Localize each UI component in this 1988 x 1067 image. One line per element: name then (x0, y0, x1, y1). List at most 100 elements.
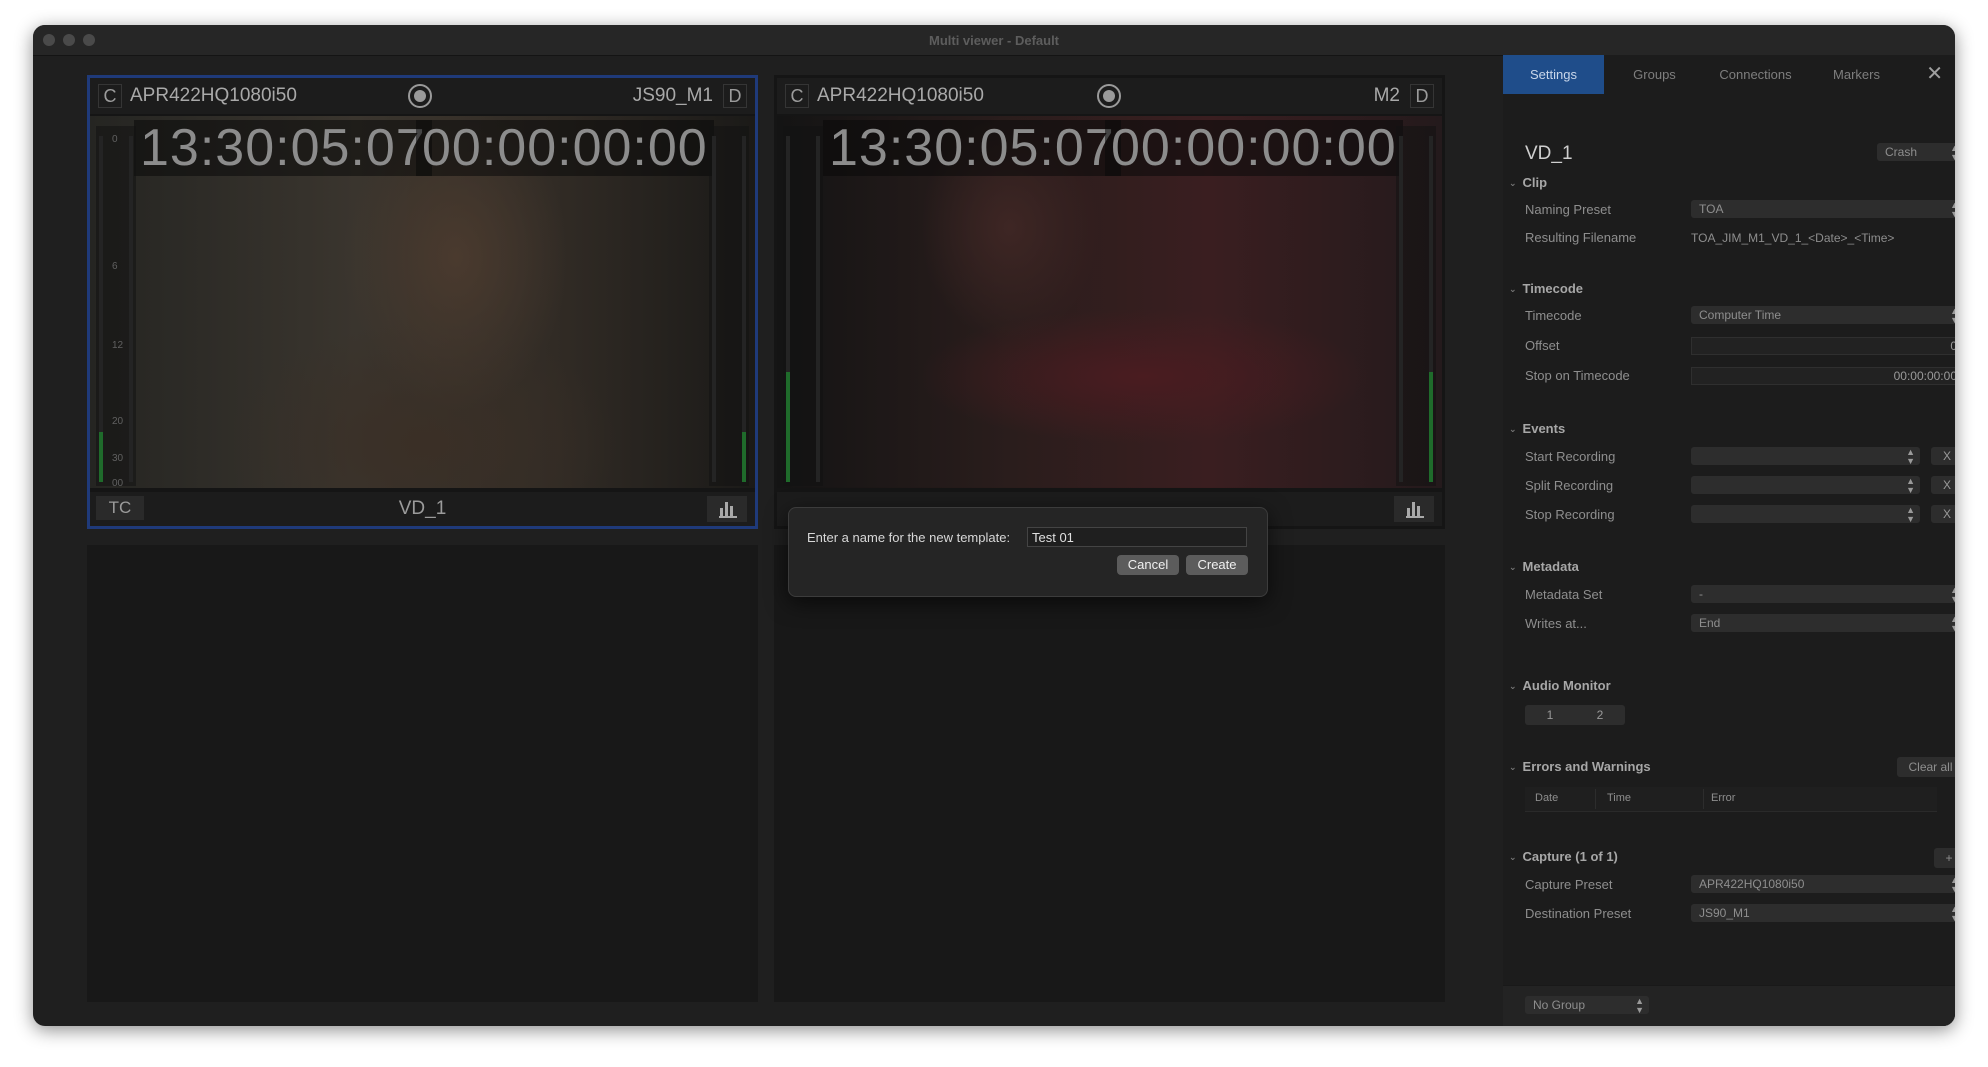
meter-level (742, 432, 746, 482)
tab-connections[interactable]: Connections (1705, 55, 1806, 94)
meter-level (786, 372, 790, 482)
select-value: - (1699, 587, 1703, 601)
audio-meter-right (709, 126, 749, 486)
metadata-set-select[interactable]: - ▲ ▼ (1691, 585, 1955, 604)
inspector-panel: Settings Groups Connections Markers ✕ VD… (1503, 55, 1955, 1026)
section-metadata[interactable]: ⌄ Metadata (1509, 559, 1579, 574)
updown-icon: ▲ ▼ (1950, 585, 1955, 604)
updown-icon: ▲ ▼ (1950, 875, 1955, 894)
record-icon[interactable] (408, 84, 432, 108)
naming-preset-select[interactable]: TOA ▲ ▼ (1691, 200, 1955, 219)
stop-on-timecode-field[interactable]: 00:00:00:00 (1691, 367, 1955, 385)
template-name-input[interactable] (1027, 527, 1247, 547)
start-recording-label: Start Recording (1525, 449, 1616, 464)
group-select[interactable]: No Group ▲ ▼ (1525, 996, 1649, 1015)
audio-meter-left (783, 126, 823, 486)
viewer-cell-2[interactable]: C APR422HQ1080i50 M2 D 13:30:05:07 00:00… (774, 75, 1445, 529)
title-bar: Multi viewer - Default (33, 25, 1955, 56)
viewer-cell-4[interactable] (774, 545, 1445, 1002)
dialog-prompt: Enter a name for the new template: (807, 530, 1011, 545)
meter-tick: 30 (112, 453, 124, 464)
column-time[interactable]: Time (1607, 792, 1631, 804)
timecode-select[interactable]: Computer Time ▲ ▼ (1691, 306, 1955, 325)
resulting-filename-label: Resulting Filename (1525, 230, 1637, 245)
updown-icon: ▲ ▼ (1906, 447, 1915, 466)
capture-preset-select[interactable]: APR422HQ1080i50 ▲ ▼ (1691, 875, 1955, 894)
clear-split-recording-button[interactable]: X (1931, 476, 1955, 494)
select-value: JS90_M1 (1699, 906, 1750, 920)
title-dropdown-value: Crash (1885, 145, 1918, 159)
capture-preset-label: Capture Preset (1525, 877, 1613, 892)
meter-tick: 0 (112, 134, 118, 145)
close-panel-icon[interactable]: ✕ (1926, 61, 1943, 86)
bar-chart-icon[interactable] (1394, 496, 1434, 522)
tab-markers[interactable]: Markers (1806, 55, 1907, 94)
offset-field[interactable]: 0 (1691, 337, 1955, 355)
viewer-header: C APR422HQ1080i50 JS90_M1 D (90, 78, 755, 114)
section-errors[interactable]: ⌄ Errors and Warnings (1509, 759, 1651, 774)
start-recording-select[interactable]: ▲ ▼ (1691, 447, 1920, 466)
section-events[interactable]: ⌄ Events (1509, 421, 1565, 436)
select-value: Computer Time (1699, 308, 1782, 322)
cancel-button[interactable]: Cancel (1117, 555, 1179, 575)
multiviewer-window: Multi viewer - Default C APR422HQ1080i50… (33, 25, 1955, 1026)
bar-chart-icon[interactable] (707, 496, 747, 522)
section-timecode[interactable]: ⌄ Timecode (1509, 281, 1583, 296)
viewer-d-button[interactable]: D (723, 84, 747, 108)
column-error[interactable]: Error (1711, 792, 1735, 804)
meter-tick: 6 (112, 261, 118, 272)
section-clip[interactable]: ⌄ Clip (1509, 175, 1547, 190)
audio-meter-right (1396, 126, 1436, 486)
duration-display: 00:00:00:00 (1105, 120, 1403, 176)
section-heading: Clip (1522, 175, 1548, 190)
section-heading: Audio Monitor (1522, 678, 1611, 693)
clear-stop-recording-button[interactable]: X (1931, 505, 1955, 523)
tab-settings[interactable]: Settings (1503, 55, 1604, 94)
tab-groups[interactable]: Groups (1604, 55, 1705, 94)
viewer-c-button[interactable]: C (785, 84, 809, 108)
duration-display: 00:00:00:00 (416, 120, 714, 176)
chevron-down-icon: ⌄ (1509, 284, 1517, 294)
viewer-footer: TC VD_1 (90, 492, 755, 526)
create-button[interactable]: Create (1186, 555, 1248, 575)
video-preview: 13:30:05:07 00:00:00:00 (777, 116, 1442, 488)
split-recording-label: Split Recording (1525, 478, 1614, 493)
audio-meter-left: 0 6 12 20 30 00 (96, 126, 136, 488)
stop-recording-select[interactable]: ▲ ▼ (1691, 505, 1920, 524)
split-recording-select[interactable]: ▲ ▼ (1691, 476, 1920, 495)
stop-recording-label: Stop Recording (1525, 507, 1615, 522)
audio-channel-selector: 1 2 (1525, 705, 1625, 725)
viewer-c-button[interactable]: C (98, 84, 122, 108)
video-preview: 13:30:05:07 00:00:00:00 0 6 12 20 30 00 (90, 116, 755, 488)
audio-channel-2[interactable]: 2 (1575, 705, 1625, 725)
viewer-d-button[interactable]: D (1410, 84, 1434, 108)
section-heading: Errors and Warnings (1522, 759, 1651, 774)
viewer-preset-label: APR422HQ1080i50 (130, 85, 297, 106)
select-value: APR422HQ1080i50 (1699, 877, 1805, 891)
metadata-set-label: Metadata Set (1525, 587, 1603, 602)
record-icon[interactable] (1097, 84, 1121, 108)
chevron-down-icon: ⌄ (1509, 562, 1517, 572)
viewer-cell-1[interactable]: C APR422HQ1080i50 JS90_M1 D 13:30:05:07 … (87, 75, 758, 529)
audio-channel-1[interactable]: 1 (1525, 705, 1575, 725)
new-template-dialog: Enter a name for the new template: Cance… (788, 507, 1268, 597)
viewer-cell-3[interactable] (87, 545, 758, 1002)
meter-tick: 20 (112, 416, 124, 427)
destination-preset-label: Destination Preset (1525, 906, 1632, 921)
viewer-destination-label: JS90_M1 (632, 85, 713, 106)
updown-icon: ▲ ▼ (1906, 476, 1915, 495)
add-capture-button[interactable]: + (1934, 848, 1955, 868)
clear-all-button[interactable]: Clear all (1897, 757, 1955, 777)
writes-at-label: Writes at... (1525, 616, 1587, 631)
section-heading: Capture (1 of 1) (1522, 849, 1618, 864)
section-capture[interactable]: ⌄ Capture (1 of 1) (1509, 849, 1618, 864)
clear-start-recording-button[interactable]: X (1931, 447, 1955, 465)
offset-label: Offset (1525, 338, 1560, 353)
meter-tick: 00 (112, 478, 124, 488)
updown-icon: ▲ ▼ (1635, 996, 1644, 1015)
section-audio-monitor[interactable]: ⌄ Audio Monitor (1509, 678, 1611, 693)
writes-at-select[interactable]: End ▲ ▼ (1691, 614, 1955, 633)
title-dropdown[interactable]: Crash ▲ ▼ (1877, 143, 1955, 162)
column-date[interactable]: Date (1535, 792, 1558, 804)
destination-preset-select[interactable]: JS90_M1 ▲ ▼ (1691, 904, 1955, 923)
